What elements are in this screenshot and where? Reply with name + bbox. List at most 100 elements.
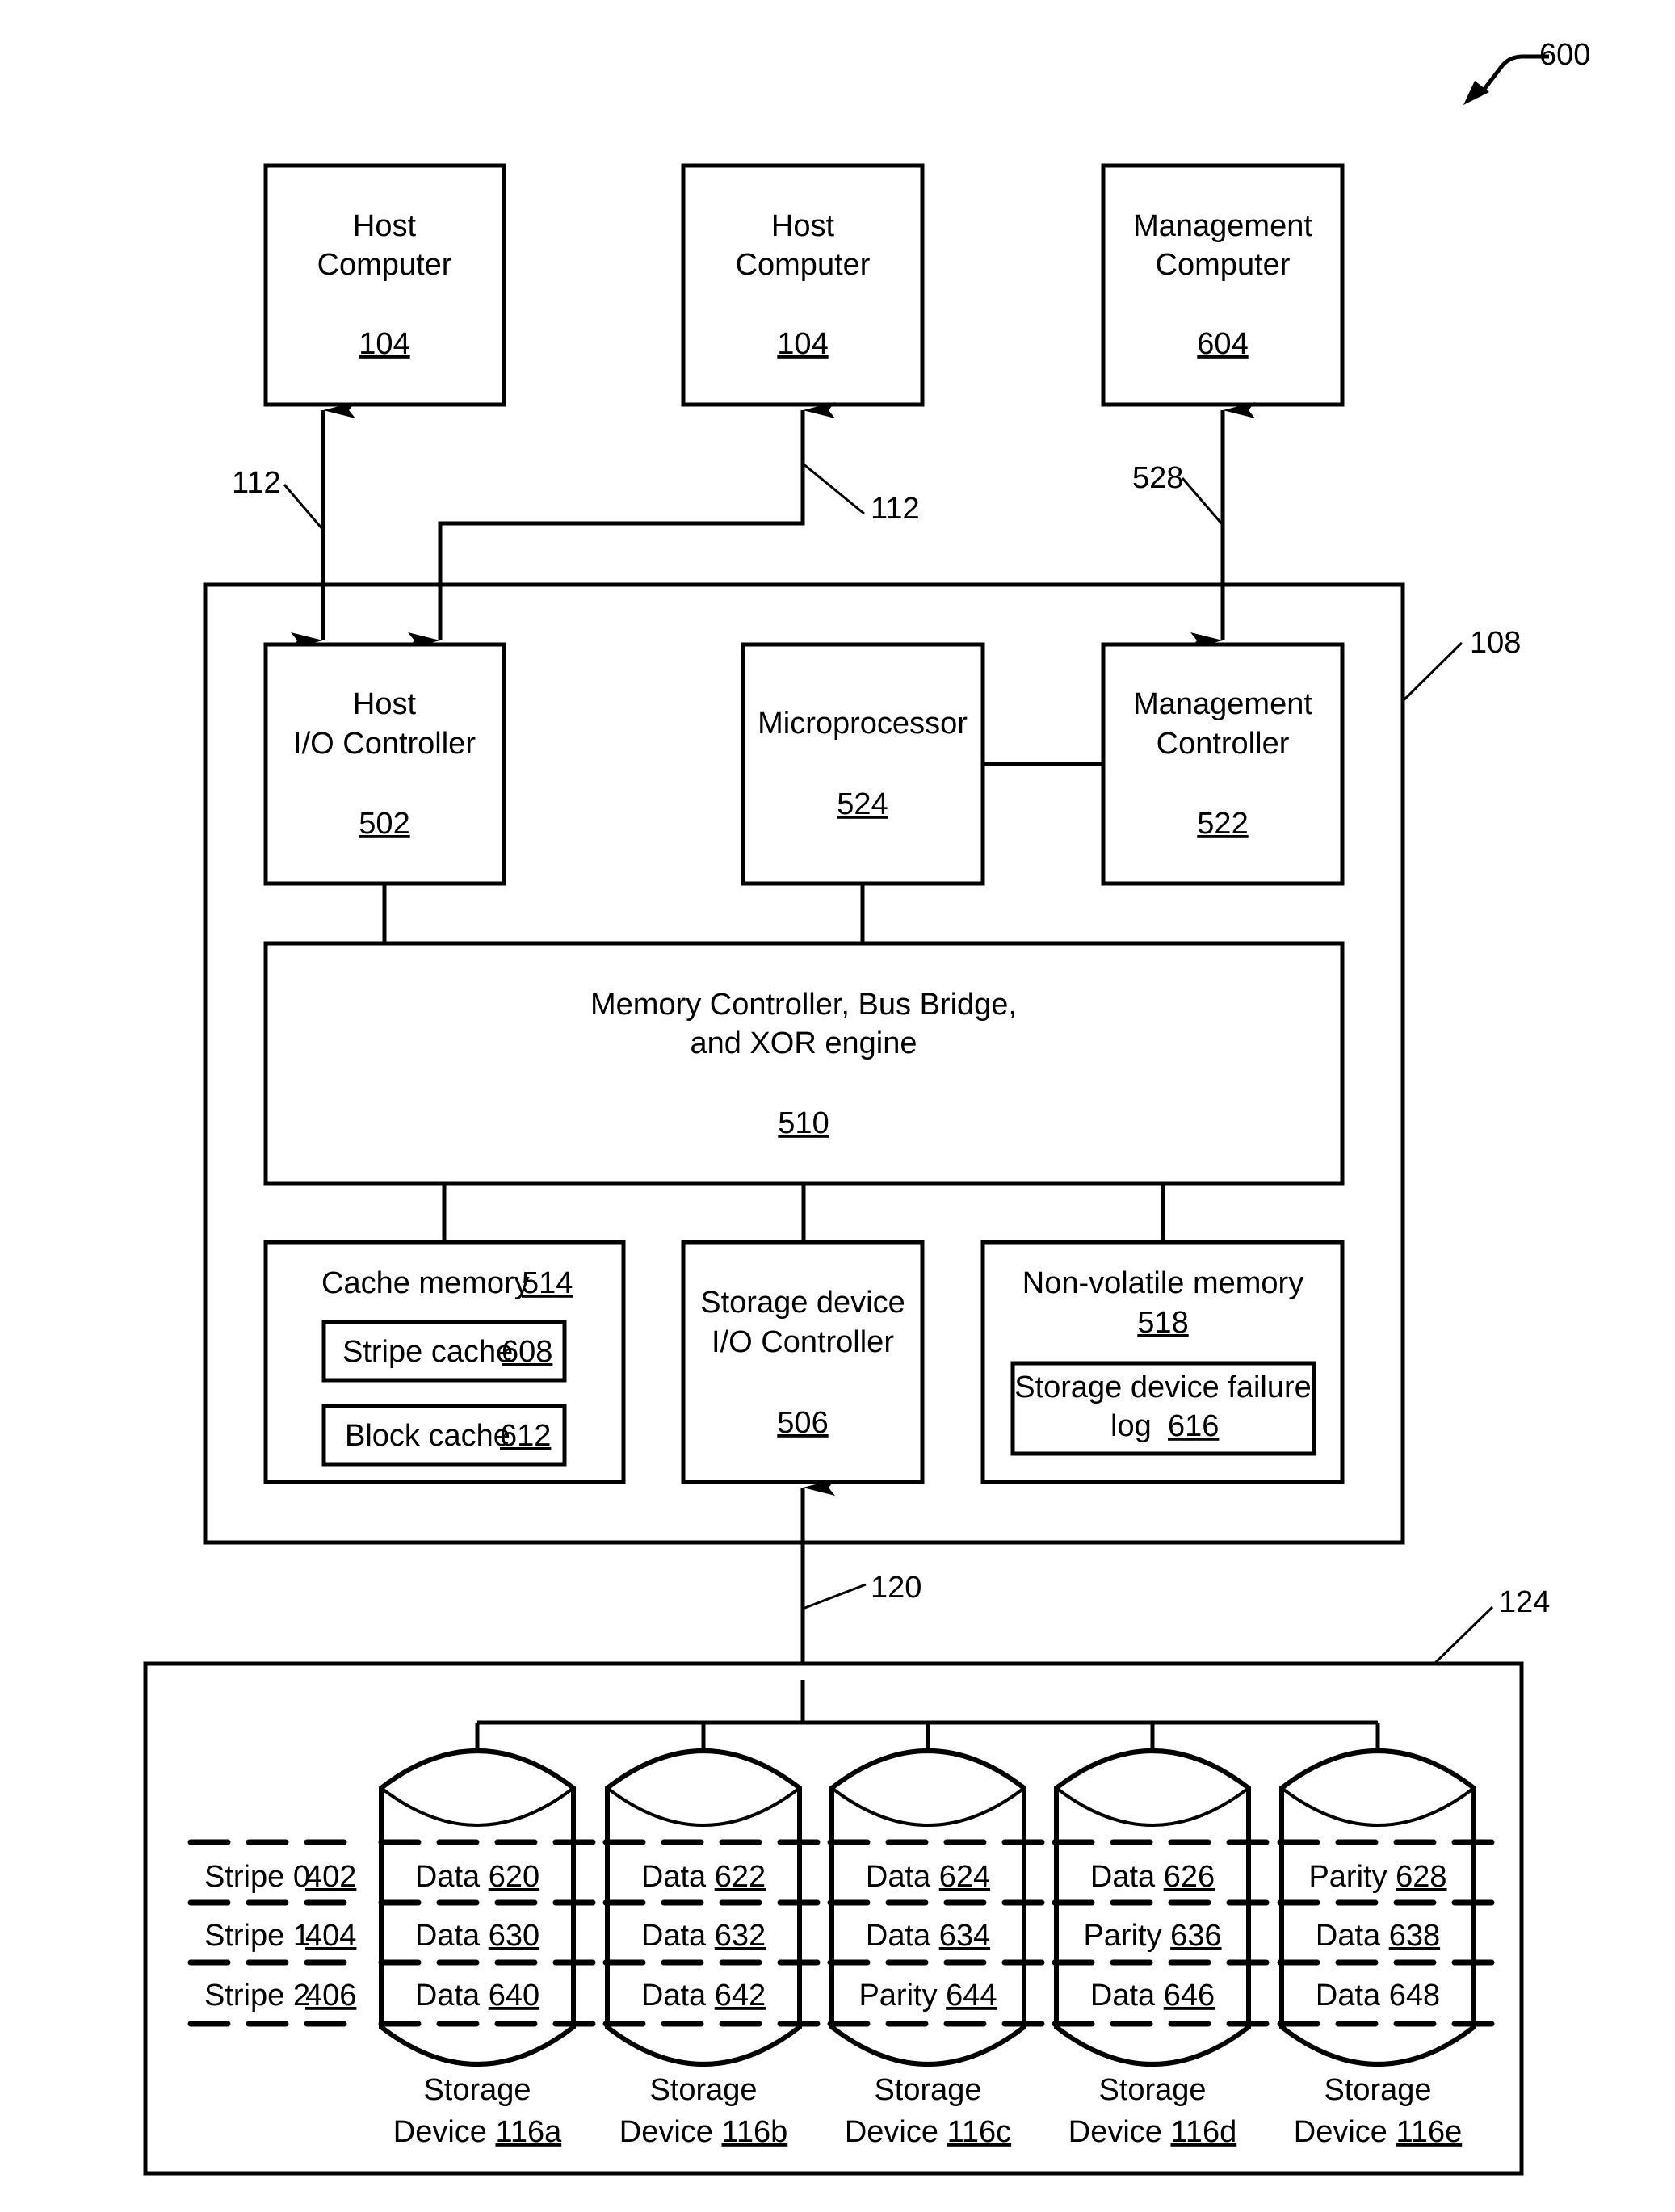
- device-ref: 116e: [1396, 2115, 1463, 2149]
- block-ref: 636: [1170, 1919, 1221, 1953]
- block-kind: Data: [866, 1919, 939, 1953]
- block-628: Parity 628: [1308, 1860, 1446, 1894]
- memory-controller-line2: and XOR engine: [691, 1026, 917, 1060]
- block-620: Data 620: [415, 1860, 539, 1894]
- block-kind: Parity: [858, 1979, 946, 2013]
- microprocessor-label: Microprocessor: [758, 707, 968, 741]
- block-cache-ref: 612: [500, 1419, 551, 1453]
- storage-link-ref: 120: [871, 1571, 921, 1605]
- cylinder-icon: [1279, 1748, 1476, 2067]
- block-kind: Data: [1090, 1979, 1164, 2013]
- block-ref: 626: [1164, 1860, 1215, 1894]
- management-computer-line2: Computer: [1156, 248, 1291, 282]
- host-link-right-ref: 112: [871, 492, 920, 526]
- block-ref: 624: [939, 1860, 990, 1894]
- block-ref: 620: [489, 1860, 539, 1894]
- block-642: Data 642: [641, 1979, 766, 2013]
- device-caption-line1: Storage: [1324, 2073, 1431, 2107]
- block-646: Data 646: [1090, 1979, 1215, 2013]
- block-kind: Data: [641, 1860, 715, 1894]
- block-636: Parity 636: [1083, 1919, 1221, 1953]
- block-kind: Data: [641, 1979, 715, 2013]
- memory-controller-ref: 510: [778, 1106, 829, 1140]
- storage-device-failure-log[interactable]: Storage device failure log 616: [1010, 1361, 1316, 1456]
- device-ref: 116b: [722, 2115, 788, 2149]
- host-computer-1-line2: Computer: [317, 248, 452, 282]
- block-ref: 648: [1389, 1979, 1440, 2013]
- block-ref: 622: [715, 1860, 766, 1894]
- block-ref: 640: [489, 1979, 539, 2013]
- microprocessor-ref: 524: [837, 787, 888, 821]
- device-caption-line2: Device 116a: [393, 2115, 562, 2149]
- stripe-cache-ref: 608: [502, 1335, 552, 1369]
- device-caption-line2: Device 116c: [845, 2115, 1011, 2149]
- host-computer-2[interactable]: Host Computer 104: [681, 163, 925, 407]
- block-644: Parity 644: [858, 1979, 997, 2013]
- management-computer-line1: Management: [1133, 209, 1312, 243]
- block-kind: Data: [415, 1919, 489, 1953]
- cache-memory[interactable]: Cache memory 514 Stripe cache 608 Block …: [263, 1240, 626, 1484]
- management-controller-line1: Management: [1133, 687, 1312, 721]
- cylinder-icon: [379, 1748, 576, 2067]
- block-630: Data 630: [415, 1919, 539, 1953]
- device-caption-line2: Device 116b: [619, 2115, 787, 2149]
- stripe-cache-label: Stripe cache: [342, 1335, 513, 1369]
- cylinder-icon: [829, 1748, 1026, 2067]
- host-computer-2-ref: 104: [777, 327, 828, 361]
- block-ref: 630: [489, 1919, 539, 1953]
- figure-reference-600: 600: [1463, 38, 1590, 105]
- block-ref: 638: [1389, 1919, 1440, 1953]
- block-624: Data 624: [866, 1860, 990, 1894]
- block-kind: Data: [1316, 1919, 1389, 1953]
- microprocessor[interactable]: Microprocessor 524: [741, 642, 985, 886]
- stripe-2-label: Stripe 2: [204, 1979, 310, 2013]
- nvm-ref: 518: [1137, 1306, 1188, 1340]
- block-ref: 644: [946, 1979, 997, 2013]
- failure-log-line1: Storage device failure: [1014, 1370, 1312, 1404]
- host-io-controller[interactable]: Host I/O Controller 502: [263, 642, 506, 886]
- memory-controller[interactable]: Memory Controller, Bus Bridge, and XOR e…: [263, 941, 1345, 1186]
- stripe-0: Stripe 0 402: [204, 1860, 356, 1894]
- block-kind: Data: [1316, 1979, 1389, 2013]
- non-volatile-memory[interactable]: Non-volatile memory 518 Storage device f…: [980, 1240, 1345, 1484]
- block-622: Data 622: [641, 1860, 766, 1894]
- management-controller-line2: Controller: [1157, 727, 1290, 761]
- block-kind: Data: [415, 1860, 489, 1894]
- management-controller[interactable]: Management Controller 522: [1101, 642, 1345, 886]
- block-640: Data 640: [415, 1979, 539, 2013]
- stripe-cache[interactable]: Stripe cache 608: [321, 1320, 567, 1383]
- storage-io-ref: 506: [777, 1406, 828, 1440]
- host-computer-1-ref: 104: [359, 327, 409, 361]
- management-link-ref: 528: [1132, 461, 1183, 495]
- block-kind: Data: [1090, 1860, 1164, 1894]
- stripe-0-label: Stripe 0: [204, 1860, 310, 1894]
- device-caption-line2: Device 116e: [1294, 2115, 1462, 2149]
- block-cache[interactable]: Block cache 612: [321, 1404, 567, 1467]
- stripe-1: Stripe 1 404: [204, 1919, 356, 1953]
- host-computer-1[interactable]: Host Computer 104: [263, 163, 506, 407]
- cylinder-icon: [605, 1748, 802, 2067]
- failure-log-ref: 616: [1168, 1409, 1219, 1443]
- host-io-controller-ref: 502: [359, 807, 409, 841]
- stripe-0-ref: 402: [305, 1860, 356, 1894]
- management-computer[interactable]: Management Computer 604: [1101, 163, 1345, 407]
- block-cache-label: Block cache: [345, 1419, 510, 1453]
- management-controller-ref: 522: [1197, 807, 1248, 841]
- device-caption-line1: Storage: [423, 2073, 531, 2107]
- cache-memory-ref: 514: [522, 1266, 573, 1300]
- cylinder-icon: [1054, 1748, 1251, 2067]
- device-caption-line1: Storage: [874, 2073, 981, 2107]
- storage-io-line1: Storage device: [700, 1286, 905, 1320]
- block-632: Data 632: [641, 1919, 766, 1953]
- block-ref: 646: [1164, 1979, 1215, 2013]
- storage-device-io-controller[interactable]: Storage device I/O Controller 506: [681, 1240, 925, 1484]
- host-io-controller-line2: I/O Controller: [293, 727, 476, 761]
- stripe-labels: Stripe 0 402 Stripe 1 404 Stripe 2 406: [204, 1860, 356, 2013]
- raid-storage-diagram: 600 Host Computer 104 Host Computer 104 …: [143, 38, 1590, 2176]
- block-648: Data 648: [1316, 1979, 1440, 2013]
- host-computer-2-line1: Host: [771, 209, 835, 243]
- container-ref-108: 108: [1470, 626, 1521, 660]
- block-ref: 642: [715, 1979, 766, 2013]
- device-caption-line1: Storage: [649, 2073, 757, 2107]
- host-io-controller-line1: Host: [353, 687, 417, 721]
